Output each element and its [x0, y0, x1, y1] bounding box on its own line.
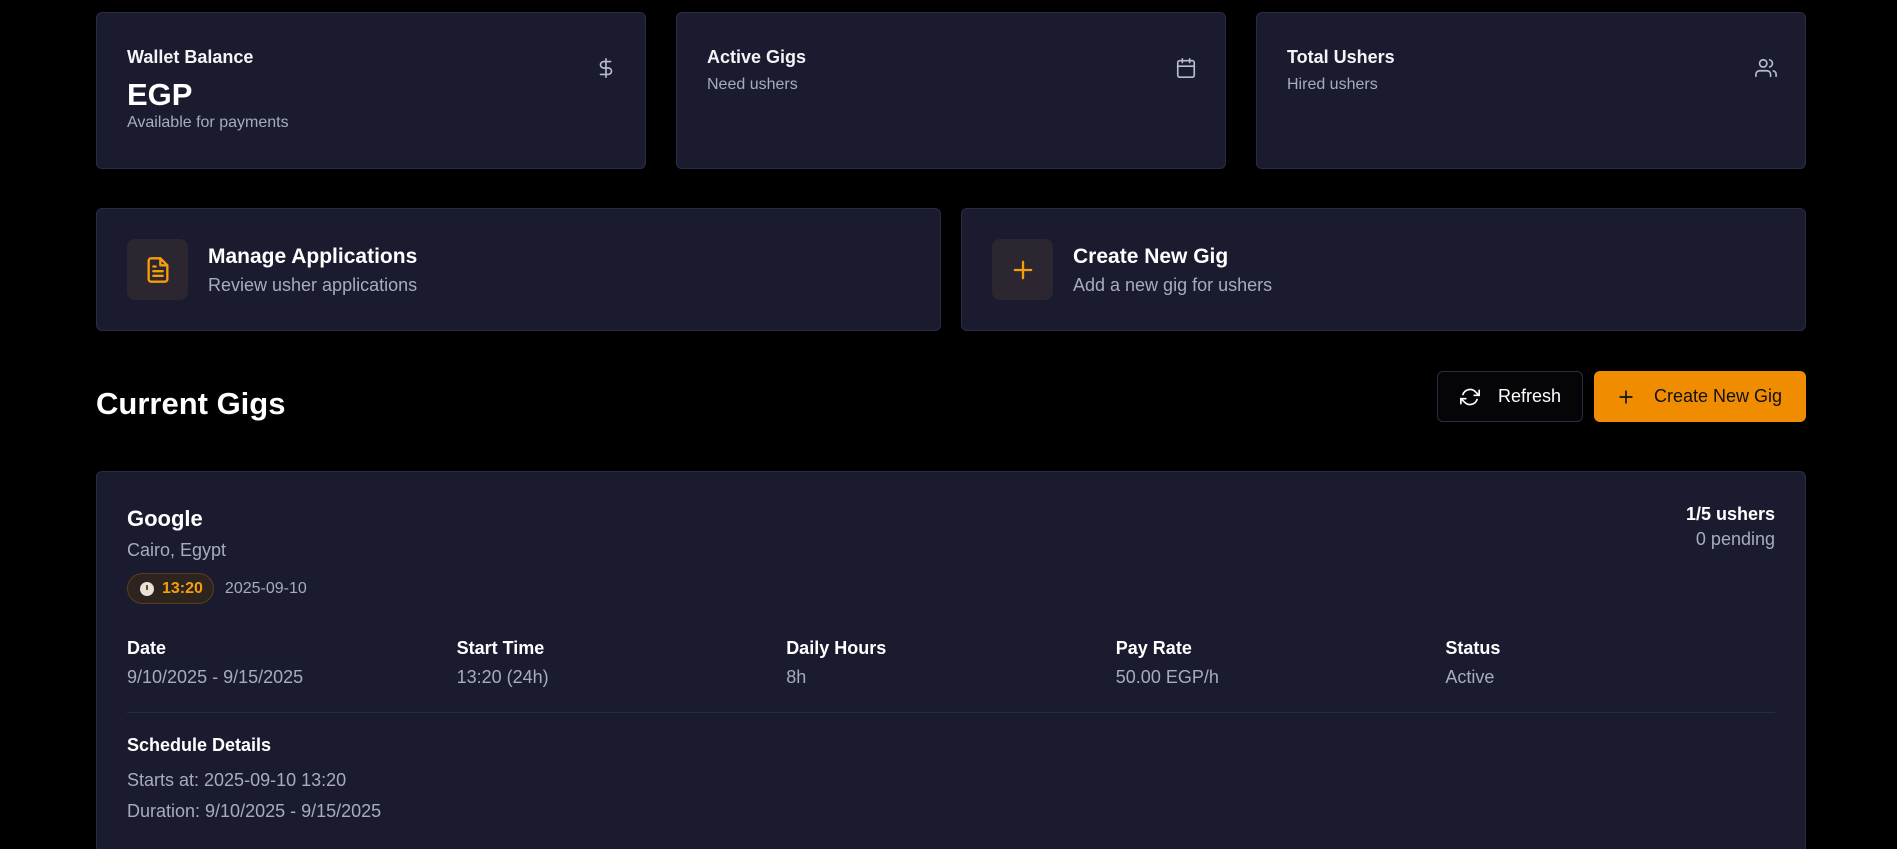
ushers-pending: 0 pending: [1695, 529, 1775, 549]
active-gigs-title: Active Gigs: [707, 47, 807, 67]
ushers-summary: 1/5 ushers 0 pending: [1686, 504, 1775, 550]
page-title: Current Gigs: [96, 386, 286, 421]
plus-icon: [1616, 387, 1654, 407]
gig-date: 2025-09-10: [224, 579, 307, 597]
active-gigs-card: Active Gigs Need ushers: [676, 12, 1226, 169]
time-badge: 13:20: [127, 573, 214, 604]
gig-name: Google: [127, 506, 203, 531]
info-value: 50.00 EGP/h: [1115, 667, 1219, 687]
gig-info-grid: Date 9/10/2025 - 9/15/2025 Start Time 13…: [127, 638, 1775, 713]
refresh-label: Refresh: [1498, 386, 1562, 406]
info-label: Daily Hours: [786, 638, 887, 658]
info-value: Active: [1445, 667, 1495, 687]
manage-applications-title: Manage Applications: [208, 245, 418, 268]
manage-applications-subtitle: Review usher applications: [208, 275, 418, 295]
gig-location: Cairo, Egypt: [127, 540, 227, 560]
info-label: Pay Rate: [1115, 638, 1192, 658]
schedule-details-title: Schedule Details: [127, 735, 272, 755]
info-start-time: Start Time 13:20 (24h): [457, 638, 787, 688]
users-icon: [1755, 57, 1777, 79]
info-value: 9/10/2025 - 9/15/2025: [127, 667, 304, 687]
dollar-icon: [595, 57, 617, 79]
create-new-gig-card[interactable]: Create New Gig Add a new gig for ushers: [961, 208, 1806, 331]
info-value: 13:20 (24h): [456, 667, 549, 687]
info-label: Date: [127, 638, 167, 658]
gig-card[interactable]: Google Cairo, Egypt 13:20 2025-09-10 1/5…: [96, 471, 1806, 849]
ushers-count: 1/5 ushers: [1685, 504, 1775, 524]
manage-applications-card[interactable]: Manage Applications Review usher applica…: [96, 208, 941, 331]
wallet-balance-card: Wallet Balance EGP Available for payment…: [96, 12, 646, 169]
plus-icon: [992, 239, 1053, 300]
total-ushers-title: Total Ushers: [1287, 47, 1395, 67]
create-new-gig-subtitle: Add a new gig for ushers: [1073, 275, 1273, 295]
document-icon: [127, 239, 188, 300]
info-label: Status: [1445, 638, 1501, 658]
schedule-starts: Starts at: 2025-09-10 13:20: [127, 770, 347, 790]
info-daily-hours: Daily Hours 8h: [786, 638, 1116, 688]
refresh-button[interactable]: Refresh: [1437, 371, 1583, 422]
create-new-gig-button[interactable]: Create New Gig: [1594, 371, 1806, 422]
active-gigs-subtitle: Need ushers: [707, 76, 798, 93]
info-status: Status Active: [1445, 638, 1775, 688]
wallet-balance-value: EGP: [127, 77, 193, 112]
info-pay-rate: Pay Rate 50.00 EGP/h: [1116, 638, 1446, 688]
wallet-balance-subtitle: Available for payments: [127, 114, 289, 131]
total-ushers-card: Total Ushers Hired ushers: [1256, 12, 1806, 169]
calendar-icon: [1175, 57, 1197, 79]
create-new-gig-label: Create New Gig: [1654, 386, 1783, 406]
schedule-duration: Duration: 9/10/2025 - 9/15/2025: [127, 801, 382, 821]
wallet-balance-title: Wallet Balance: [127, 47, 254, 67]
total-ushers-subtitle: Hired ushers: [1287, 76, 1378, 93]
time-badge-label: 13:20: [162, 579, 203, 597]
info-value: 8h: [786, 667, 807, 687]
refresh-icon: [1460, 387, 1498, 407]
create-new-gig-title: Create New Gig: [1073, 245, 1229, 268]
clock-icon: [140, 581, 154, 596]
info-label: Start Time: [456, 638, 545, 658]
info-date: Date 9/10/2025 - 9/15/2025: [127, 638, 457, 688]
